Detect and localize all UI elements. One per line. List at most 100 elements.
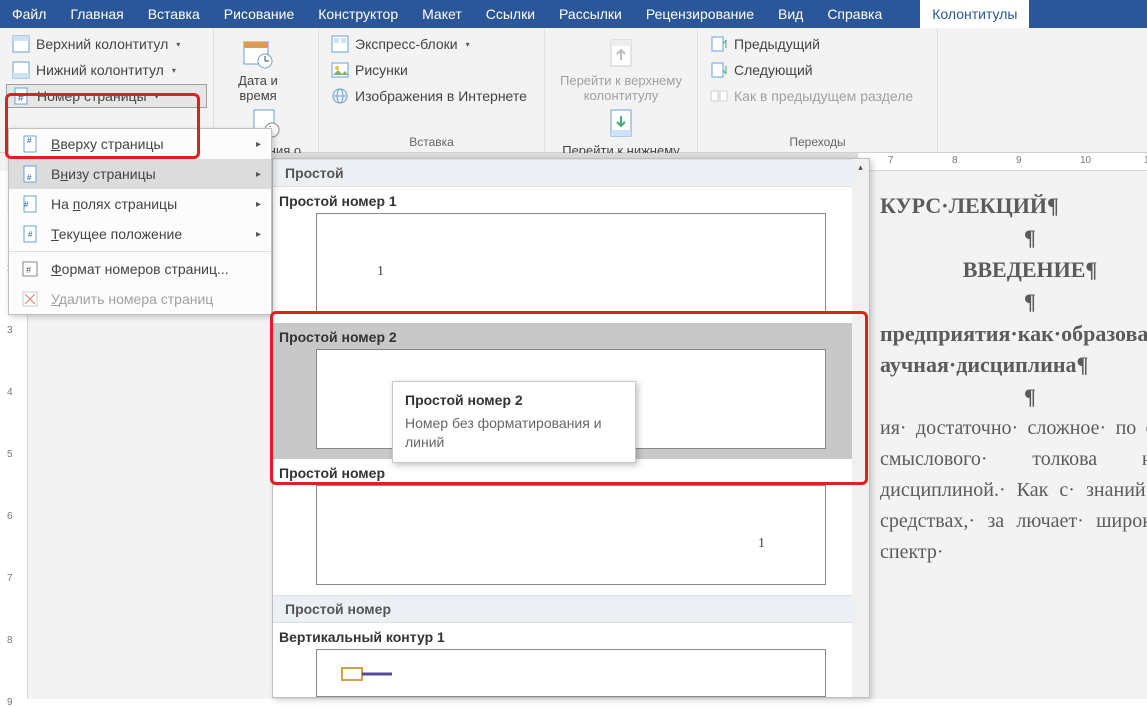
tooltip: Простой номер 2 Номер без форматирования… xyxy=(392,381,636,463)
link-previous-label: Как в предыдущем разделе xyxy=(734,88,913,104)
page-current-icon: # xyxy=(19,225,41,243)
gallery-preview xyxy=(316,649,826,697)
calendar-icon xyxy=(242,38,274,70)
menu-bottom-of-page[interactable]: # Внизу страницы ▸ xyxy=(9,159,271,189)
goto-header-label: Перейти к верхнему колонтитулу xyxy=(559,74,683,104)
chevron-down-icon: ▾ xyxy=(155,92,159,101)
pictures-label: Рисунки xyxy=(355,62,408,78)
gallery-item[interactable]: Вертикальный контур 1 xyxy=(273,623,869,698)
goto-footer-icon xyxy=(605,108,637,140)
tab-design[interactable]: Конструктор xyxy=(306,0,410,28)
svg-text:#: # xyxy=(26,265,31,275)
quick-parts-button[interactable]: Экспресс-блоки ▾ xyxy=(325,32,538,56)
page-number-sample: 1 xyxy=(758,536,765,552)
svg-text:#: # xyxy=(27,136,32,145)
chevron-down-icon: ▾ xyxy=(466,40,470,49)
ruler-tick: 4 xyxy=(7,387,13,398)
menu-label: Формат номеров страниц... xyxy=(51,261,229,277)
previous-button[interactable]: Предыдущий xyxy=(704,32,931,56)
pictures-button[interactable]: Рисунки xyxy=(325,58,538,82)
scroll-up-icon[interactable]: ▴ xyxy=(852,159,869,175)
gallery-item[interactable]: Простой номер 1 xyxy=(273,459,869,595)
footer-icon xyxy=(12,61,30,79)
menu-top-of-page[interactable]: # Вверху страницы ▸ xyxy=(9,129,271,159)
tab-file[interactable]: Файл xyxy=(0,0,58,28)
svg-text:#: # xyxy=(18,93,24,104)
quick-parts-icon xyxy=(331,35,349,53)
tab-home[interactable]: Главная xyxy=(58,0,135,28)
previous-label: Предыдущий xyxy=(734,36,820,52)
group-label-insert: Вставка xyxy=(319,135,544,149)
gallery-item[interactable]: Простой номер 1 1 xyxy=(273,187,869,323)
doc-heading: предприятия·как·образова xyxy=(880,318,1147,350)
tooltip-title: Простой номер 2 xyxy=(405,392,623,408)
chevron-right-icon: ▸ xyxy=(256,199,261,210)
gallery-preview: 1 xyxy=(316,485,826,585)
menu-page-margins[interactable]: # На полях страницы ▸ xyxy=(9,189,271,219)
tab-insert[interactable]: Вставка xyxy=(136,0,212,28)
chevron-right-icon: ▸ xyxy=(256,169,261,180)
online-pictures-icon xyxy=(331,87,349,105)
gallery-preview: 1 xyxy=(316,213,826,313)
gallery-category: Простой номер xyxy=(273,595,869,623)
next-label: Следующий xyxy=(734,62,813,78)
svg-text:#: # xyxy=(28,230,33,239)
chevron-right-icon: ▸ xyxy=(256,229,261,240)
ruler-tick: 7 xyxy=(888,155,894,166)
doc-heading: аучная·дисциплина¶ xyxy=(880,349,1147,381)
tab-draw[interactable]: Рисование xyxy=(212,0,307,28)
doc-paragraph: ия· достаточно· сложное· по ого· смыслов… xyxy=(880,413,1147,568)
menu-label: На полях страницы xyxy=(51,196,177,212)
link-previous-button: Как в предыдущем разделе xyxy=(704,84,931,108)
date-time-label: Дата и время xyxy=(228,74,288,104)
menu-format-numbers[interactable]: # Формат номеров страниц... xyxy=(9,254,271,284)
doc-pilcrow: ¶ xyxy=(880,381,1147,413)
page-number-icon: # xyxy=(13,87,31,105)
tooltip-body: Номер без форматирования и линий xyxy=(405,414,623,452)
gallery-item-title: Простой номер xyxy=(273,459,869,485)
ruler-tick: 6 xyxy=(7,511,13,522)
online-pictures-button[interactable]: Изображения в Интернете xyxy=(325,84,538,108)
menubar: Файл Главная Вставка Рисование Конструкт… xyxy=(0,0,1147,28)
date-time-button[interactable]: Дата и время xyxy=(220,34,296,104)
ruler-tick: 9 xyxy=(1016,155,1022,166)
gallery-category: Простой xyxy=(273,159,869,187)
online-pictures-label: Изображения в Интернете xyxy=(355,88,527,104)
header-dropdown[interactable]: Верхний колонтитул ▾ xyxy=(6,32,207,56)
menu-label: Внизу страницы xyxy=(51,166,156,182)
next-icon xyxy=(710,61,728,79)
next-button[interactable]: Следующий xyxy=(704,58,931,82)
page-margin-icon: # xyxy=(19,195,41,213)
gallery-scrollbar[interactable]: ▴ xyxy=(852,159,869,697)
menu-current-position[interactable]: # Текущее положение ▸ xyxy=(9,219,271,249)
gallery-item-title: Вертикальный контур 1 xyxy=(273,623,869,649)
tab-references[interactable]: Ссылки xyxy=(474,0,547,28)
doc-pilcrow: ¶ xyxy=(880,286,1147,318)
ruler-tick: 10 xyxy=(1080,155,1091,166)
doc-heading: КУРС·ЛЕКЦИЙ¶ xyxy=(880,190,1147,222)
tab-review[interactable]: Рецензирование xyxy=(634,0,766,28)
chevron-down-icon: ▾ xyxy=(176,40,180,49)
menu-remove-numbers: Удалить номера страниц xyxy=(9,284,271,314)
ruler-tick: 8 xyxy=(952,155,958,166)
tab-help[interactable]: Справка xyxy=(815,0,894,28)
page-bottom-icon: # xyxy=(19,165,41,183)
tab-mailings[interactable]: Рассылки xyxy=(547,0,634,28)
tab-view[interactable]: Вид xyxy=(766,0,815,28)
page-number-menu: # Вверху страницы ▸ # Внизу страницы ▸ #… xyxy=(8,128,272,315)
tab-headerfooter[interactable]: Колонтитулы xyxy=(920,0,1029,28)
chevron-down-icon: ▾ xyxy=(172,66,176,75)
header-label: Верхний колонтитул xyxy=(36,36,168,52)
link-previous-icon xyxy=(710,87,728,105)
document-text: КУРС·ЛЕКЦИЙ¶ ¶ ВВЕДЕНИЕ¶ ¶ предприятия·к… xyxy=(880,190,1147,568)
menu-separator xyxy=(9,251,271,252)
ruler-tick: 3 xyxy=(7,325,13,336)
pictures-icon xyxy=(331,61,349,79)
footer-dropdown[interactable]: Нижний колонтитул ▾ xyxy=(6,58,207,82)
page-number-dropdown[interactable]: # Номер страницы ▾ xyxy=(6,84,207,108)
ruler-tick: 5 xyxy=(7,449,13,460)
remove-icon xyxy=(19,290,41,308)
svg-text:#: # xyxy=(24,200,29,209)
doc-heading: ВВЕДЕНИЕ¶ xyxy=(880,254,1147,286)
tab-layout[interactable]: Макет xyxy=(410,0,474,28)
